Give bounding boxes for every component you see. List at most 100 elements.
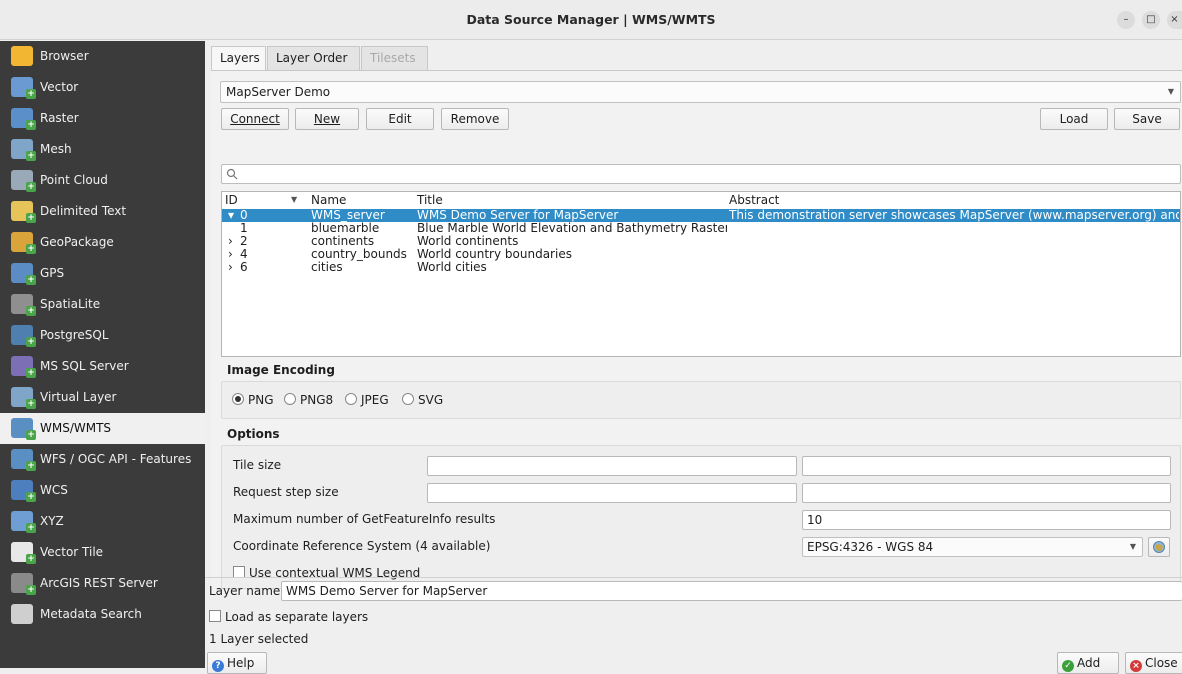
layer-title: World cities [417,261,487,274]
plus-badge-icon: + [26,585,36,595]
tab-layer-order[interactable]: Layer Order [267,46,360,70]
close-window-icon[interactable]: × [1167,11,1182,29]
search-icon [11,604,33,624]
max-getfeatureinfo-input[interactable]: 10 [802,510,1171,530]
max-getfeatureinfo-label: Maximum number of GetFeatureInfo results [233,512,496,526]
encoding-label: PNG [248,393,274,407]
expand-arrow-icon[interactable]: › [228,261,238,274]
encoding-label: SVG [418,393,444,407]
radio-dot [232,393,244,405]
source-sidebar: Browser + Vector + Raster + Mesh + Point Cloud + D… [0,41,205,668]
main-panel: Layers Layer Order Tilesets MapServer De… [205,41,1182,674]
expand-arrow-icon[interactable]: ▾ [228,209,238,222]
sidebar-item-wcs[interactable]: + WCS [0,475,205,506]
layer-row[interactable]: › 4 country_bounds World country boundaries [222,248,1180,261]
sidebar-item-geopackage[interactable]: + GeoPackage [0,227,205,258]
layer-row[interactable]: › 6 cities World cities [222,261,1180,274]
sidebar-item-point-cloud[interactable]: + Point Cloud [0,165,205,196]
crs-select[interactable]: EPSG:4326 - WGS 84 ▼ [802,537,1143,557]
layer-row[interactable]: 1 bluemarble Blue Marble World Elevation a… [222,222,1180,235]
sidebar-item-wms-wmts[interactable]: + WMS/WMTS [0,413,205,444]
add-button[interactable]: ✓ Add [1057,652,1119,674]
radio-dot [402,393,414,405]
sidebar-item-label: GeoPackage [40,235,114,249]
sidebar-item-label: WFS / OGC API - Features [40,452,192,466]
layer-tree[interactable]: ID ▼ Name Title Abstract ▾ 0 WMS_server WMS… [221,191,1181,357]
sidebar-item-postgresql[interactable]: + PostgreSQL [0,320,205,351]
sidebar-item-label: XYZ [40,514,64,528]
search-input[interactable] [221,164,1181,184]
sidebar-item-spatialite[interactable]: + SpatiaLite [0,289,205,320]
window-title: Data Source Manager | WMS/WMTS [466,12,716,27]
sidebar-item-label: Mesh [40,142,72,156]
new-button[interactable]: New [295,108,359,130]
layer-name-input[interactable]: WMS Demo Server for MapServer [281,581,1182,601]
close-button[interactable]: × Close [1125,652,1182,674]
sidebar-item-delimited-text[interactable]: + Delimited Text [0,196,205,227]
tile-height-input[interactable] [802,456,1171,476]
chevron-down-icon: ▼ [1129,542,1136,551]
sidebar-item-mesh[interactable]: + Mesh [0,134,205,165]
encoding-radio-png[interactable]: PNG [232,392,274,408]
wms-globe-icon: + [11,418,36,440]
sidebar-item-gps[interactable]: + GPS [0,258,205,289]
postgresql-icon: + [11,325,36,347]
sidebar-item-browser[interactable]: Browser [0,41,205,72]
request-step-height-input[interactable] [802,483,1171,503]
connect-button[interactable]: Connect [221,108,289,130]
tile-width-input[interactable] [427,456,797,476]
request-step-width-input[interactable] [427,483,797,503]
mesh-icon: + [11,139,36,161]
sidebar-item-vector-tile[interactable]: + Vector Tile [0,537,205,568]
check-icon: ✓ [1062,660,1074,672]
load-button[interactable]: Load [1040,108,1108,130]
sort-indicator-icon: ▼ [291,195,298,204]
layer-row[interactable]: ▾ 0 WMS_server WMS Demo Server for MapServe… [222,209,1180,222]
sidebar-item-metadata-search[interactable]: Metadata Search [0,599,205,630]
column-header-title[interactable]: Title [417,192,443,209]
geopackage-icon: + [11,232,36,254]
edit-button[interactable]: Edit [366,108,434,130]
maximize-icon[interactable]: □ [1142,11,1160,29]
sidebar-item-virtual-layer[interactable]: + Virtual Layer [0,382,205,413]
tile-size-label: Tile size [233,458,282,472]
title-bar: Data Source Manager | WMS/WMTS – □ × [0,0,1182,40]
column-header-abstract[interactable]: Abstract [729,192,779,209]
crs-selector-button[interactable] [1148,537,1170,557]
plus-badge-icon: + [26,151,36,161]
remove-button[interactable]: Remove [441,108,509,130]
encoding-radio-jpeg[interactable]: JPEG [345,392,389,408]
minimize-icon[interactable]: – [1117,11,1135,29]
encoding-radio-svg[interactable]: SVG [402,392,443,408]
sidebar-item-label: Metadata Search [40,607,142,621]
column-header-id[interactable]: ID [225,192,238,209]
sidebar-item-label: SpatiaLite [40,297,101,311]
raster-icon: + [11,108,36,130]
connection-select[interactable]: MapServer Demo ▼ [220,81,1181,103]
save-button[interactable]: Save [1114,108,1180,130]
sidebar-item-arcgis-rest-server[interactable]: + ArcGIS REST Server [0,568,205,599]
layer-name: WMS_server [311,209,385,222]
help-button[interactable]: ? Help [207,652,267,674]
radio-dot [284,393,296,405]
expand-arrow-icon[interactable]: › [228,235,238,248]
sidebar-item-label: GPS [40,266,65,280]
expand-arrow-icon[interactable]: › [228,248,238,261]
sidebar-item-xyz[interactable]: + XYZ [0,506,205,537]
sidebar-item-label: Vector Tile [40,545,104,559]
column-header-name[interactable]: Name [311,192,346,209]
tab-layers[interactable]: Layers [211,46,266,71]
load-separate-checkbox[interactable]: Load as separate layers [209,610,368,624]
layer-title: WMS Demo Server for MapServer [417,209,619,222]
sidebar-item-label: ArcGIS REST Server [40,576,158,590]
sidebar-item-ms-sql-server[interactable]: + MS SQL Server [0,351,205,382]
sidebar-item-vector[interactable]: + Vector [0,72,205,103]
encoding-radio-png8[interactable]: PNG8 [284,392,333,408]
sidebar-item-raster[interactable]: + Raster [0,103,205,134]
radio-dot [345,393,357,405]
plus-badge-icon: + [26,461,36,471]
layer-row[interactable]: › 2 continents World continents [222,235,1180,248]
sidebar-item-wfs-ogc-api-features[interactable]: + WFS / OGC API - Features [0,444,205,475]
layer-name: continents [311,235,375,248]
layer-name: cities [311,261,343,274]
